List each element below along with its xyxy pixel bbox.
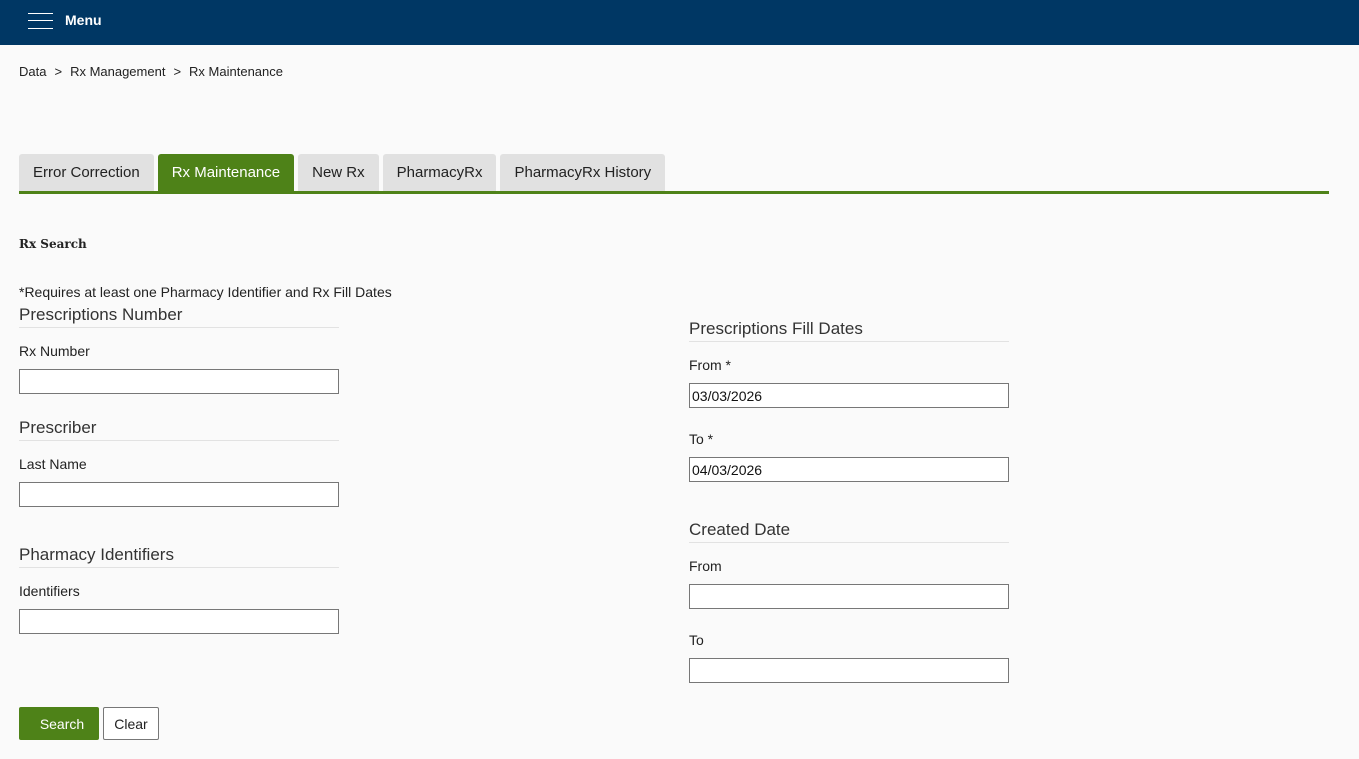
created-date-heading: Created Date (689, 520, 1009, 543)
fill-to-date-input[interactable] (689, 457, 1009, 482)
search-button[interactable]: Search (19, 707, 99, 740)
breadcrumb-item-rx-maintenance[interactable]: Rx Maintenance (189, 64, 283, 79)
tab-new-rx[interactable]: New Rx (298, 154, 379, 191)
clear-button[interactable]: Clear (103, 707, 159, 740)
fill-from-label: From * (689, 357, 731, 373)
tab-error-correction[interactable]: Error Correction (19, 154, 154, 191)
fill-from-date-input[interactable] (689, 383, 1009, 408)
breadcrumb-item-rx-management[interactable]: Rx Management (70, 64, 165, 79)
requirement-note: *Requires at least one Pharmacy Identifi… (19, 284, 392, 300)
rx-number-input[interactable] (19, 369, 339, 394)
breadcrumb: Data > Rx Management > Rx Maintenance (19, 64, 283, 79)
tab-pharmacyrx[interactable]: PharmacyRx (382, 154, 497, 191)
menu-label: Menu (65, 12, 102, 28)
pharmacy-identifiers-heading: Pharmacy Identifiers (19, 545, 339, 568)
top-navigation-bar: Menu (0, 0, 1359, 45)
tab-bar: Error Correction Rx Maintenance New Rx P… (19, 154, 1329, 194)
breadcrumb-separator: > (54, 64, 63, 79)
rx-search-title: Rx Search (19, 237, 87, 251)
menu-button[interactable]: Menu (28, 8, 102, 32)
created-to-label: To (689, 632, 704, 648)
created-from-label: From (689, 558, 722, 574)
identifiers-label: Identifiers (19, 583, 80, 599)
prescriber-heading: Prescriber (19, 418, 339, 441)
identifiers-input[interactable] (19, 609, 339, 634)
fill-to-label: To * (689, 431, 714, 447)
last-name-label: Last Name (19, 456, 87, 472)
hamburger-icon (28, 10, 53, 30)
fill-dates-heading: Prescriptions Fill Dates (689, 319, 1009, 342)
rx-number-label: Rx Number (19, 343, 90, 359)
created-to-date-input[interactable] (689, 658, 1009, 683)
prescriptions-number-heading: Prescriptions Number (19, 305, 339, 328)
breadcrumb-item-data[interactable]: Data (19, 64, 46, 79)
tab-rx-maintenance[interactable]: Rx Maintenance (157, 154, 295, 191)
search-button-label: Search (39, 715, 85, 732)
last-name-input[interactable] (19, 482, 339, 507)
breadcrumb-separator: > (173, 64, 182, 79)
created-from-date-input[interactable] (689, 584, 1009, 609)
tab-pharmacyrx-history[interactable]: PharmacyRx History (500, 154, 666, 191)
